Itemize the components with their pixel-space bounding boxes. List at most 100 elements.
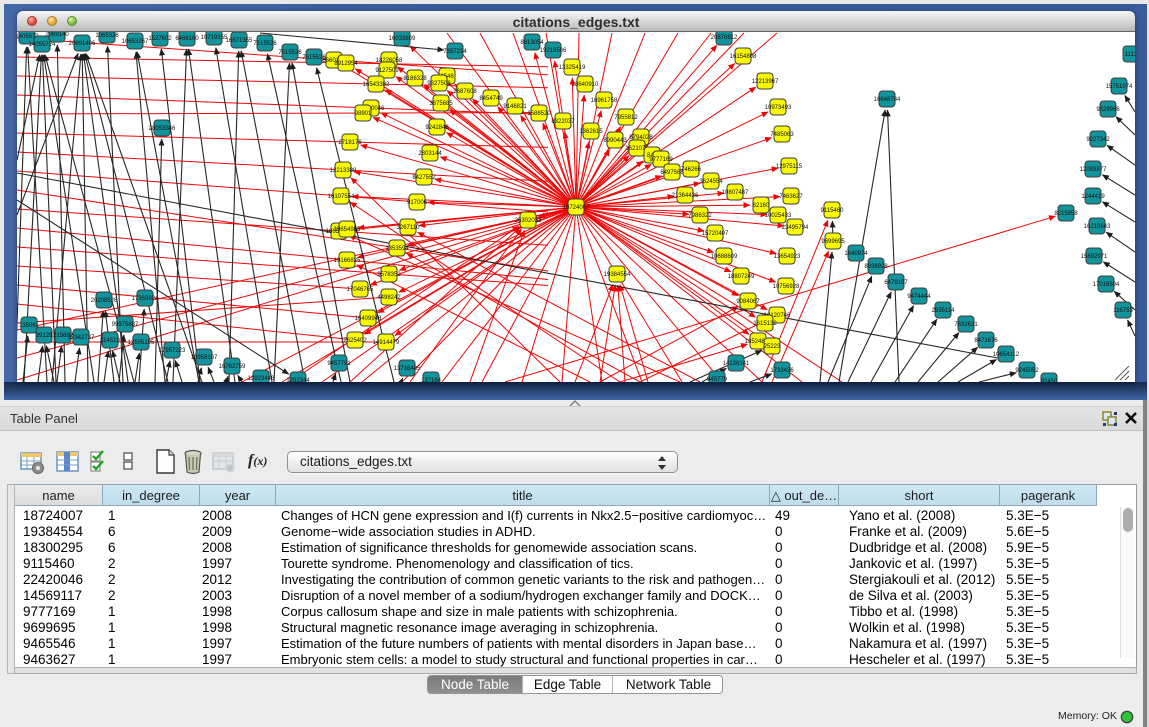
svg-text:99975887: 99975887 bbox=[112, 322, 139, 328]
svg-text:10654112: 10654112 bbox=[993, 352, 1020, 358]
svg-text:1362615: 1362615 bbox=[579, 129, 603, 135]
svg-text:9777169: 9777169 bbox=[649, 157, 673, 163]
svg-text:16154808: 16154808 bbox=[730, 54, 757, 60]
svg-text:14055724: 14055724 bbox=[29, 42, 56, 48]
svg-text:9084067: 9084067 bbox=[736, 299, 760, 305]
svg-text:9146821: 9146821 bbox=[503, 104, 527, 110]
svg-text:16648784: 16648784 bbox=[874, 97, 901, 103]
svg-text:9127509: 9127509 bbox=[375, 68, 399, 74]
svg-text:9474444: 9474444 bbox=[907, 294, 931, 300]
svg-text:9327508: 9327508 bbox=[427, 81, 451, 87]
svg-text:8215958: 8215958 bbox=[1054, 211, 1078, 217]
svg-text:16210643: 16210643 bbox=[1084, 224, 1111, 230]
svg-text:14914479: 14914479 bbox=[373, 340, 400, 346]
svg-text:1640974: 1640974 bbox=[844, 251, 868, 257]
svg-text:12342737: 12342737 bbox=[68, 335, 95, 341]
svg-text:10807487: 10807487 bbox=[722, 190, 749, 196]
svg-text:12923448: 12923448 bbox=[248, 376, 275, 382]
svg-text:12975115: 12975115 bbox=[776, 164, 803, 170]
svg-text:20208526: 20208526 bbox=[91, 298, 118, 304]
svg-text:15720407: 15720407 bbox=[702, 231, 729, 237]
svg-text:10973493: 10973493 bbox=[765, 105, 792, 111]
svg-text:20691406: 20691406 bbox=[69, 41, 96, 47]
svg-text:1527602: 1527602 bbox=[148, 36, 172, 42]
svg-text:13325419: 13325419 bbox=[559, 65, 586, 71]
svg-text:62160: 62160 bbox=[753, 203, 770, 209]
svg-text:8990443: 8990443 bbox=[603, 138, 627, 144]
svg-text:137164: 137164 bbox=[421, 378, 442, 382]
svg-text:18640910: 18640910 bbox=[572, 82, 599, 88]
svg-text:19218506: 19218506 bbox=[540, 48, 567, 54]
svg-text:7986322: 7986322 bbox=[688, 213, 712, 219]
svg-text:12093877: 12093877 bbox=[1080, 167, 1107, 173]
svg-text:8471676: 8471676 bbox=[974, 338, 998, 344]
svg-text:16543382: 16543382 bbox=[363, 82, 390, 88]
svg-text:9457791: 9457791 bbox=[327, 361, 351, 367]
svg-text:1353594: 1353594 bbox=[385, 246, 409, 252]
svg-text:7955812: 7955812 bbox=[614, 115, 638, 121]
svg-text:8454749: 8454749 bbox=[479, 96, 503, 102]
svg-text:8938928: 8938928 bbox=[864, 264, 888, 270]
svg-text:92450: 92450 bbox=[1041, 379, 1058, 382]
svg-text:7463627: 7463627 bbox=[779, 194, 803, 200]
svg-text:6466160: 6466160 bbox=[175, 36, 199, 42]
svg-text:15692971: 15692971 bbox=[1081, 254, 1108, 260]
svg-text:23495794: 23495794 bbox=[782, 225, 809, 231]
svg-text:6479197: 6479197 bbox=[884, 280, 908, 286]
svg-text:3624554: 3624554 bbox=[699, 179, 723, 185]
svg-text:8322037: 8322037 bbox=[551, 119, 575, 125]
svg-text:14136141: 14136141 bbox=[723, 361, 750, 367]
svg-text:9115460: 9115460 bbox=[821, 208, 845, 214]
svg-text:1244419: 1244419 bbox=[1081, 194, 1105, 200]
svg-text:10688609: 10688609 bbox=[711, 254, 738, 260]
svg-text:18807249: 18807249 bbox=[728, 274, 755, 280]
svg-text:7632621: 7632621 bbox=[954, 322, 978, 328]
svg-text:8427552: 8427552 bbox=[412, 175, 436, 181]
svg-text:3267110: 3267110 bbox=[397, 225, 421, 231]
svg-text:9699695: 9699695 bbox=[821, 239, 845, 245]
svg-text:17957223: 17957223 bbox=[159, 348, 186, 354]
svg-text:25223: 25223 bbox=[764, 344, 781, 350]
svg-text:1733426: 1733426 bbox=[770, 368, 794, 374]
svg-text:19384554: 19384554 bbox=[604, 272, 631, 278]
svg-text:19166825: 19166825 bbox=[334, 258, 361, 264]
svg-text:10025433: 10025433 bbox=[765, 213, 792, 219]
svg-text:8186328: 8186328 bbox=[403, 76, 427, 82]
svg-text:20876812: 20876812 bbox=[711, 35, 738, 41]
svg-text:17359924: 17359924 bbox=[132, 296, 159, 302]
svg-text:3875685: 3875685 bbox=[429, 101, 453, 107]
svg-text:2935114: 2935114 bbox=[932, 308, 956, 314]
svg-text:10958107: 10958107 bbox=[191, 355, 218, 361]
svg-text:13716485: 13716485 bbox=[394, 366, 421, 372]
svg-text:1615132: 1615132 bbox=[753, 321, 777, 327]
svg-text:25302033: 25302033 bbox=[515, 218, 542, 224]
svg-text:19654985: 19654985 bbox=[334, 227, 361, 233]
svg-text:2687608: 2687608 bbox=[453, 89, 477, 95]
svg-text:1588520: 1588520 bbox=[527, 111, 551, 117]
svg-text:1065326: 1065326 bbox=[95, 33, 119, 39]
svg-text:16033809: 16033809 bbox=[389, 36, 416, 42]
svg-text:10653267: 10653267 bbox=[122, 39, 149, 45]
svg-text:7625402: 7625402 bbox=[343, 338, 367, 344]
svg-text:10756928: 10756928 bbox=[773, 284, 800, 290]
svg-text:9245052: 9245052 bbox=[1015, 368, 1039, 374]
svg-text:18724007: 18724007 bbox=[563, 205, 590, 211]
svg-text:15751074: 15751074 bbox=[1106, 84, 1133, 90]
svg-text:746266: 746266 bbox=[681, 167, 702, 173]
svg-text:16961758: 16961758 bbox=[591, 98, 618, 104]
svg-text:9242848: 9242848 bbox=[425, 125, 449, 131]
svg-text:114519: 114519 bbox=[100, 338, 120, 344]
svg-text:17016504: 17016504 bbox=[1093, 282, 1120, 288]
svg-text:8813054: 8813054 bbox=[520, 40, 544, 46]
svg-text:9578352: 9578352 bbox=[377, 272, 401, 278]
svg-text:8912954: 8912954 bbox=[334, 61, 358, 67]
svg-text:9227342: 9227342 bbox=[1086, 137, 1110, 143]
svg-text:13654923: 13654923 bbox=[774, 254, 801, 260]
svg-text:16782759: 16782759 bbox=[219, 364, 246, 370]
svg-text:917006: 917006 bbox=[407, 200, 428, 206]
svg-text:16409948: 16409948 bbox=[355, 316, 382, 322]
svg-text:12213967: 12213967 bbox=[752, 79, 779, 85]
svg-text:98901: 98901 bbox=[355, 111, 372, 117]
svg-text:116753: 116753 bbox=[1113, 308, 1133, 314]
svg-text:1112: 1112 bbox=[1125, 52, 1135, 58]
